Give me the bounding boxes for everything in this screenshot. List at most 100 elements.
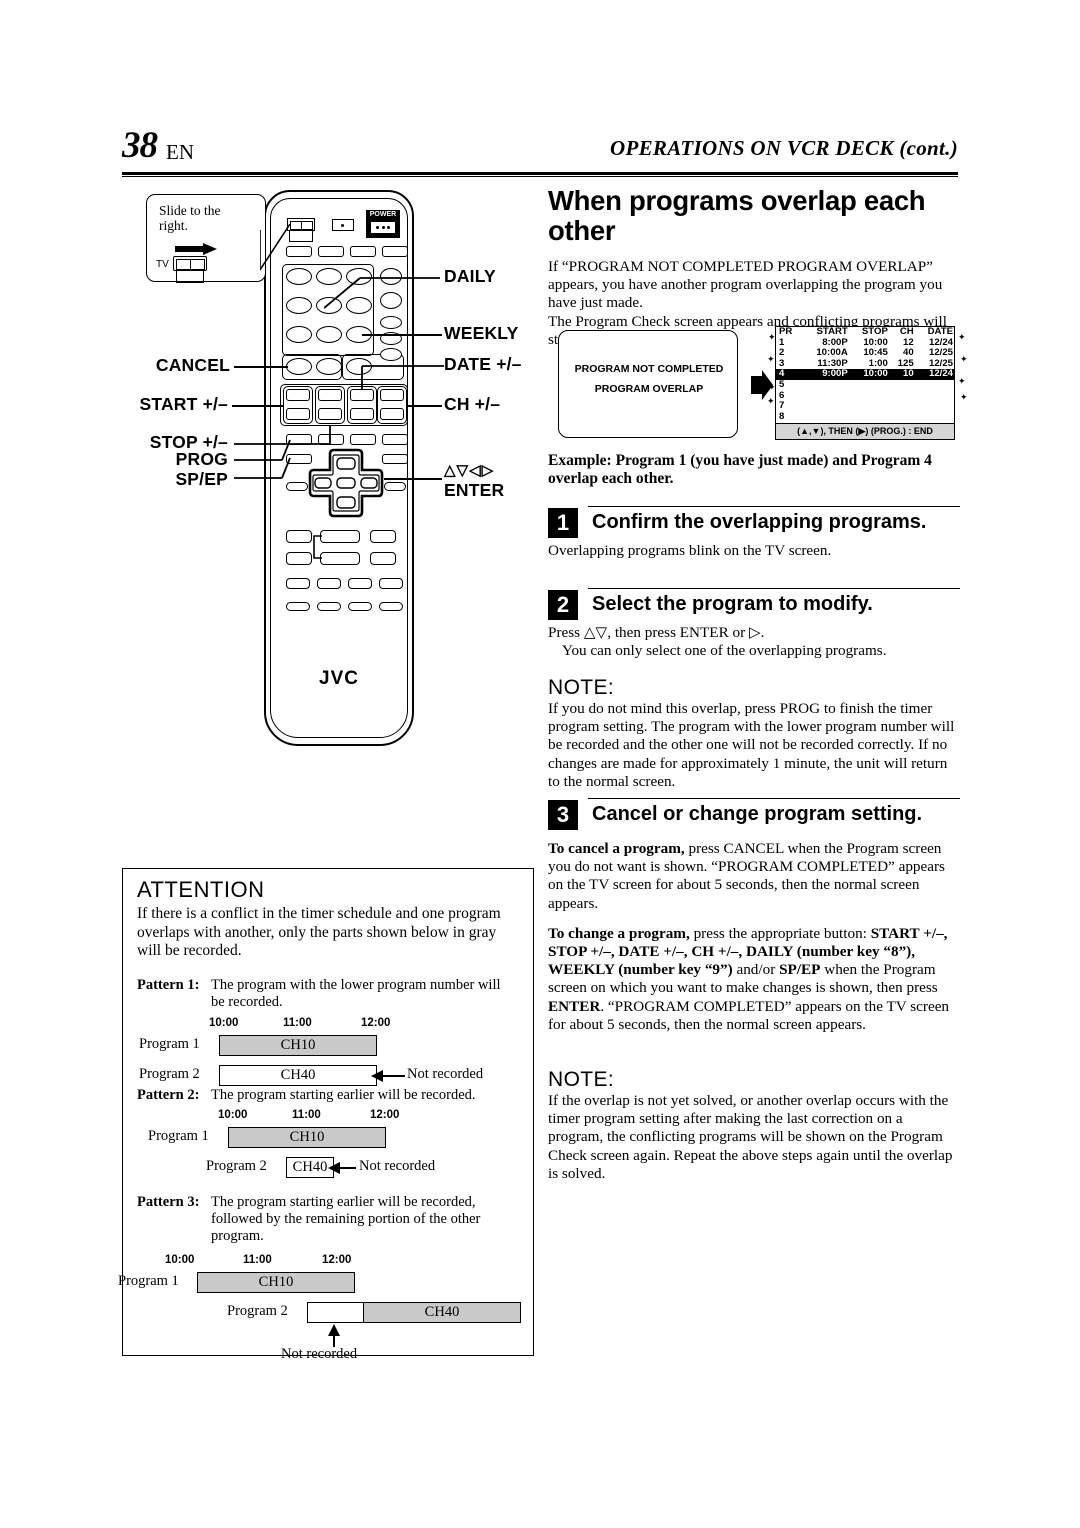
pattern-1-row-1-bar: CH10: [219, 1035, 377, 1056]
remote-key-r1[interactable]: [384, 482, 406, 491]
main-content-column: When programs overlap each other If “PRO…: [548, 186, 958, 349]
side-key-5[interactable]: [380, 348, 402, 361]
stop-plus-key[interactable]: [318, 389, 342, 401]
tv-vcr-slide-switch: [173, 256, 207, 271]
blink-mark-icon: ✦: [768, 382, 776, 392]
label-prog: PROG: [175, 449, 228, 469]
stop-minus-key[interactable]: [318, 408, 342, 420]
tick-1000: 10:00: [165, 1254, 195, 1266]
label-spep: SP/EP: [175, 469, 228, 489]
transport-key-6[interactable]: [370, 552, 396, 565]
step-2-line-1: Press △▽, then press ENTER or ▷.: [548, 624, 765, 641]
pattern-2-heading: Pattern 2: The program starting earlier w…: [137, 1087, 527, 1104]
tick-1100: 11:00: [283, 1017, 312, 1029]
enter-key-icon: [336, 477, 356, 489]
remote-key-sp2[interactable]: [382, 454, 408, 464]
cancel-leader: [234, 366, 288, 368]
blink-mark-icon: ✦: [960, 354, 968, 364]
pattern-3-label: Pattern 3:: [137, 1194, 200, 1210]
transport-link-line: [313, 535, 322, 559]
callout-line-1: Slide to the: [159, 203, 221, 218]
remote-key-row4-3[interactable]: [348, 578, 372, 589]
cell-start: 9:00P: [822, 368, 848, 380]
pattern-2-not-recorded-note: Not recorded: [359, 1158, 436, 1174]
transport-key-1[interactable]: [286, 530, 312, 543]
cell-ch: 10: [903, 368, 914, 380]
remote-key-top-2[interactable]: [318, 246, 344, 257]
remote-key-row4-4[interactable]: [379, 578, 403, 589]
power-button-label: POWER: [369, 211, 397, 218]
weekly-leader: [362, 334, 442, 336]
callout-leader-line: [260, 223, 291, 271]
number-key-0[interactable]: [316, 358, 342, 375]
dpad-right-icon: [360, 477, 378, 489]
remote-key-top-3[interactable]: [350, 246, 376, 257]
number-key-4[interactable]: [286, 297, 312, 314]
page-number: 38: [122, 125, 158, 166]
pattern-3-row-1-bar: CH10: [197, 1272, 355, 1293]
step-2-rule: [588, 588, 960, 589]
table-row[interactable]: 6: [776, 390, 954, 402]
pattern-3-row-1-name: Program 1: [118, 1273, 179, 1289]
transport-key-4[interactable]: [286, 552, 312, 565]
tick-1200: 12:00: [322, 1254, 352, 1266]
enter-leader: [384, 478, 442, 480]
transport-key-5[interactable]: [320, 552, 360, 565]
table-row[interactable]: 2 10:00A 10:45 40 12/25: [776, 348, 954, 359]
power-button[interactable]: POWER: [366, 210, 400, 238]
pattern-2-not-recorded-arrow-icon: [328, 1162, 356, 1174]
note-1-text: If you do not mind this overlap, press P…: [548, 700, 955, 790]
pattern-2-row-1-name: Program 1: [148, 1128, 209, 1144]
cancel-key[interactable]: [286, 358, 312, 375]
number-key-8-daily[interactable]: [316, 326, 342, 343]
header-divider: [122, 172, 958, 177]
tick-1100: 11:00: [243, 1254, 272, 1266]
change-program-text-a: press the appropriate button:: [689, 924, 867, 942]
ch-minus-key[interactable]: [380, 408, 404, 420]
start-minus-key[interactable]: [286, 408, 310, 420]
remote-key-top-4[interactable]: [382, 246, 408, 257]
label-start: START +/–: [139, 394, 228, 414]
tv-screen-illustration: PROGRAM NOT COMPLETED PROGRAM OVERLAP PR…: [548, 326, 968, 442]
side-key-3[interactable]: [380, 316, 402, 329]
table-row[interactable]: 7: [776, 401, 954, 412]
direction-pad[interactable]: [308, 448, 384, 526]
change-program-text-c: and/or: [732, 961, 780, 979]
date-leader: [361, 365, 444, 390]
change-program-spep: SP/EP: [779, 961, 821, 979]
remote-key-row5-2[interactable]: [317, 602, 341, 611]
table-row[interactable]: 8: [776, 411, 954, 423]
program-check-screen: PR START STOP CH DATE 1 8:00P 10:00 12 1…: [775, 326, 955, 440]
start-plus-key[interactable]: [286, 389, 310, 401]
pattern-3-timeline: 10:00 11:00 12:00 Program 1 CH10 Program…: [118, 1254, 535, 1362]
remote-key-row5-4[interactable]: [379, 602, 403, 611]
transport-key-2[interactable]: [320, 530, 360, 543]
pattern-2-label: Pattern 2:: [137, 1087, 200, 1103]
note-1: NOTE: If you do not mind this overlap, p…: [548, 676, 960, 791]
label-enter: ENTER: [444, 480, 505, 500]
remote-key-row4-2[interactable]: [317, 578, 341, 589]
display-button[interactable]: [332, 219, 354, 231]
number-key-7[interactable]: [286, 326, 312, 343]
date-minus-key[interactable]: [350, 408, 374, 420]
change-program-paragraph: To change a program, press the appropria…: [548, 925, 960, 1034]
cell-stop: 10:00: [863, 368, 888, 380]
remote-key-mid-3[interactable]: [350, 434, 376, 445]
remote-key-row5-3[interactable]: [348, 602, 372, 611]
pattern-3-row-2-bar-recorded: CH40: [363, 1302, 521, 1323]
transport-key-3[interactable]: [370, 530, 396, 543]
remote-key-row4-1[interactable]: [286, 578, 310, 589]
table-row[interactable]: 5: [776, 379, 954, 391]
blink-mark-icon: ✦: [958, 332, 966, 342]
step-3-title: Cancel or change program setting.: [592, 803, 923, 825]
pattern-1-row-2-name: Program 2: [139, 1066, 200, 1082]
remote-key-l1[interactable]: [286, 482, 308, 491]
step-3-number: 3: [548, 800, 578, 830]
pattern-2-timeline: 10:00 11:00 12:00 Program 1 CH10 Program…: [123, 1109, 535, 1193]
remote-key-row5-1[interactable]: [286, 602, 310, 611]
pattern-1-heading: Pattern 1: The program with the lower pro…: [137, 977, 527, 1011]
attention-body: If there is a conflict in the timer sche…: [137, 905, 501, 959]
remote-key-mid-4[interactable]: [382, 434, 408, 445]
table-row-highlighted[interactable]: 4 9:00P 10:00 10 12/24: [776, 369, 954, 380]
callout-line-2: right.: [159, 218, 188, 233]
